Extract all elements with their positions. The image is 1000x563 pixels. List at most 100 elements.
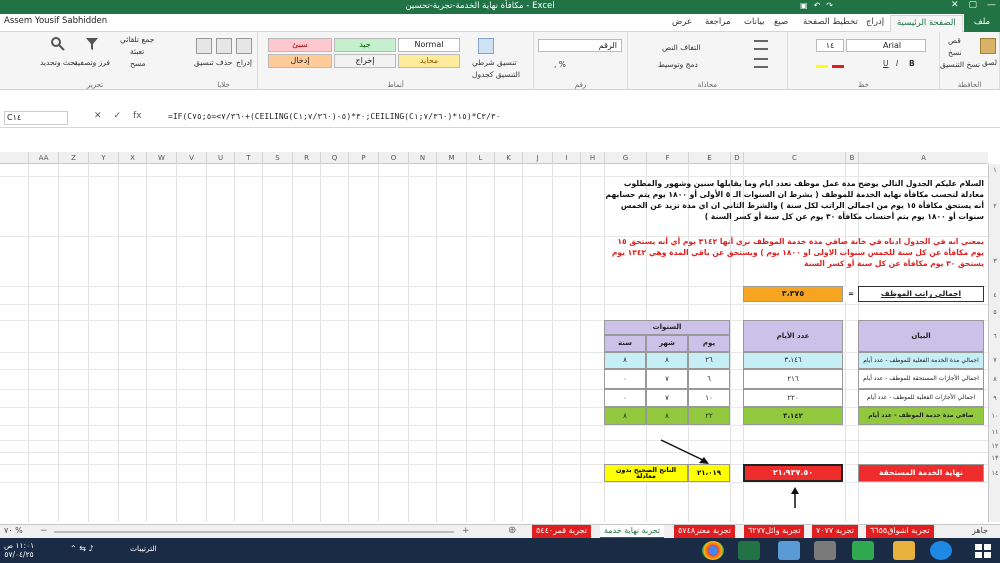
tab-view[interactable]: عرض [672, 17, 692, 27]
sheet-tab-wael[interactable]: تجربة وائل٦٢٧٧ [744, 525, 805, 539]
row-month[interactable]: ٧ [646, 369, 688, 389]
row-days[interactable]: ٢٢٠ [743, 389, 843, 407]
underline-button[interactable]: U [883, 59, 889, 68]
row-header[interactable]: ٩ [989, 389, 1000, 407]
tab-data[interactable]: بيانات [744, 17, 764, 27]
style-input[interactable]: إدخال [268, 54, 332, 68]
row-label[interactable]: صافي مدة خدمة الموظف - عدد أيام [858, 407, 984, 425]
column-header[interactable]: R [292, 152, 320, 164]
cut-button[interactable]: قص [948, 36, 961, 45]
style-bad[interactable]: سيئ [268, 38, 332, 52]
sheet-tab-end-of-service[interactable]: تجربة نهاية خدمة [600, 525, 664, 539]
fill-color-icon[interactable] [816, 58, 828, 68]
row-month[interactable]: ٨ [646, 352, 688, 369]
row-label[interactable]: اجمالي الأجازات الفعلية للموظف - عدد أيا… [858, 389, 984, 407]
format-button[interactable]: تنسيق [194, 58, 214, 67]
insert-button[interactable]: إدراج [236, 58, 252, 67]
zoom-out-icon[interactable]: − [40, 526, 48, 536]
maximize-icon[interactable]: ▢ [968, 0, 977, 10]
column-header[interactable]: O [378, 152, 408, 164]
column-header[interactable]: I [552, 152, 580, 164]
row-header[interactable]: ١٤ [989, 464, 1000, 482]
app-icon[interactable] [778, 541, 800, 560]
clock[interactable]: ١١:٠١ ص ٥٧/٠٤/٢٥ [4, 541, 34, 559]
column-header[interactable]: A [858, 152, 988, 164]
header-month[interactable]: شهر [646, 335, 688, 352]
column-header[interactable]: U [206, 152, 234, 164]
font-name-dropdown[interactable]: Arial [846, 39, 926, 52]
column-header[interactable]: J [522, 152, 552, 164]
row-year[interactable]: ٠ [604, 389, 646, 407]
column-header[interactable]: T [234, 152, 262, 164]
tray-label[interactable]: الترتيبات [130, 544, 157, 553]
paste-button[interactable]: لصق [982, 58, 997, 67]
row-label[interactable]: اجمالي الأجازات المستحقة للموظف - عدد أي… [858, 369, 984, 389]
column-header[interactable]: L [466, 152, 494, 164]
column-header[interactable]: AA [28, 152, 58, 164]
ie-icon[interactable] [930, 541, 952, 560]
zoom-level[interactable]: ٧٠ % [4, 526, 23, 535]
row-month[interactable]: ٧ [646, 389, 688, 407]
column-header[interactable]: F [646, 152, 688, 164]
media-icon[interactable] [814, 541, 836, 560]
column-header[interactable]: N [408, 152, 436, 164]
column-header[interactable]: C [743, 152, 845, 164]
style-good[interactable]: جيد [334, 38, 396, 52]
row-month[interactable]: ٨ [646, 407, 688, 425]
row-day[interactable]: ٢٦ [688, 352, 730, 369]
header-years-group[interactable]: السنوات [604, 320, 730, 335]
zoom-in-icon[interactable]: + [462, 526, 470, 536]
autosum-button[interactable]: جمع تلقائي [120, 35, 154, 44]
style-normal[interactable]: Normal [398, 38, 460, 52]
formula-input[interactable]: =IF(C٧/٣٦٠>=٥;٧٥+(CEILING(C٧/٣٦٠;١)-٥)*٣… [168, 112, 501, 121]
column-header[interactable]: Q [320, 152, 348, 164]
row-header[interactable]: ٢ [989, 176, 1000, 236]
header-statement[interactable]: البيان [858, 320, 984, 352]
row-header[interactable]: ٦ [989, 320, 1000, 352]
column-header[interactable]: Y [88, 152, 118, 164]
find-select-button[interactable]: بحث وتحديد [40, 58, 77, 67]
column-header[interactable]: Z [58, 152, 88, 164]
insert-function-icon[interactable]: fx [133, 111, 142, 121]
row-header[interactable]: ٥ [989, 304, 1000, 320]
column-header[interactable]: P [348, 152, 378, 164]
zoom-slider[interactable] [54, 531, 454, 533]
tab-home[interactable]: الصفحة الرئيسية [890, 15, 963, 32]
minimize-icon[interactable]: — [987, 0, 996, 10]
column-header[interactable]: K [494, 152, 522, 164]
tab-insert[interactable]: إدراج [866, 17, 884, 27]
sheet-tab-moataz[interactable]: تجربة معتز٥٧٤٨ [674, 525, 736, 539]
row-day[interactable]: ٦ [688, 369, 730, 389]
font-size-dropdown[interactable]: ١٤ [816, 39, 844, 52]
column-header[interactable]: S [262, 152, 292, 164]
wrap-text-button[interactable]: التفاف النص [662, 43, 701, 52]
bold-button[interactable]: B [909, 59, 915, 68]
row-header[interactable]: ١٠ [989, 407, 1000, 425]
add-sheet-icon[interactable]: ⊕ [508, 525, 516, 536]
row-header[interactable]: ٧ [989, 352, 1000, 369]
row-header[interactable]: ١٢ [989, 440, 1000, 452]
row-header[interactable]: ٨ [989, 369, 1000, 389]
align-top-icon[interactable] [754, 40, 768, 50]
delete-button[interactable]: حذف [216, 58, 232, 67]
column-header[interactable]: E [688, 152, 730, 164]
column-header[interactable]: D [730, 152, 743, 164]
copy-button[interactable]: نسخ [948, 48, 962, 57]
sort-filter-button[interactable]: فرز وتصفية [74, 58, 110, 67]
row-days[interactable]: ٣،١٤٦ [743, 352, 843, 369]
sort-filter-icon[interactable] [84, 36, 100, 52]
percent-button[interactable]: % , [554, 60, 566, 69]
insert-cells-icon[interactable] [236, 38, 252, 54]
tab-page-layout[interactable]: تخطيط الصفحة [803, 17, 858, 27]
find-select-icon[interactable] [50, 36, 66, 52]
table-style-icon[interactable] [478, 38, 494, 54]
column-header[interactable]: G [604, 152, 646, 164]
row-year[interactable]: ٠ [604, 369, 646, 389]
tray-icons[interactable]: ⌃ ⇆ ♪ [70, 544, 94, 553]
row-year[interactable]: ٨ [604, 407, 646, 425]
delete-cells-icon[interactable] [216, 38, 232, 54]
format-as-table-button[interactable]: التنسيق كجدول [472, 70, 520, 79]
row-header[interactable]: ١ [989, 164, 1000, 176]
style-output[interactable]: إخراج [334, 54, 396, 68]
format-painter-button[interactable]: نسخ التنسيق [940, 60, 980, 69]
